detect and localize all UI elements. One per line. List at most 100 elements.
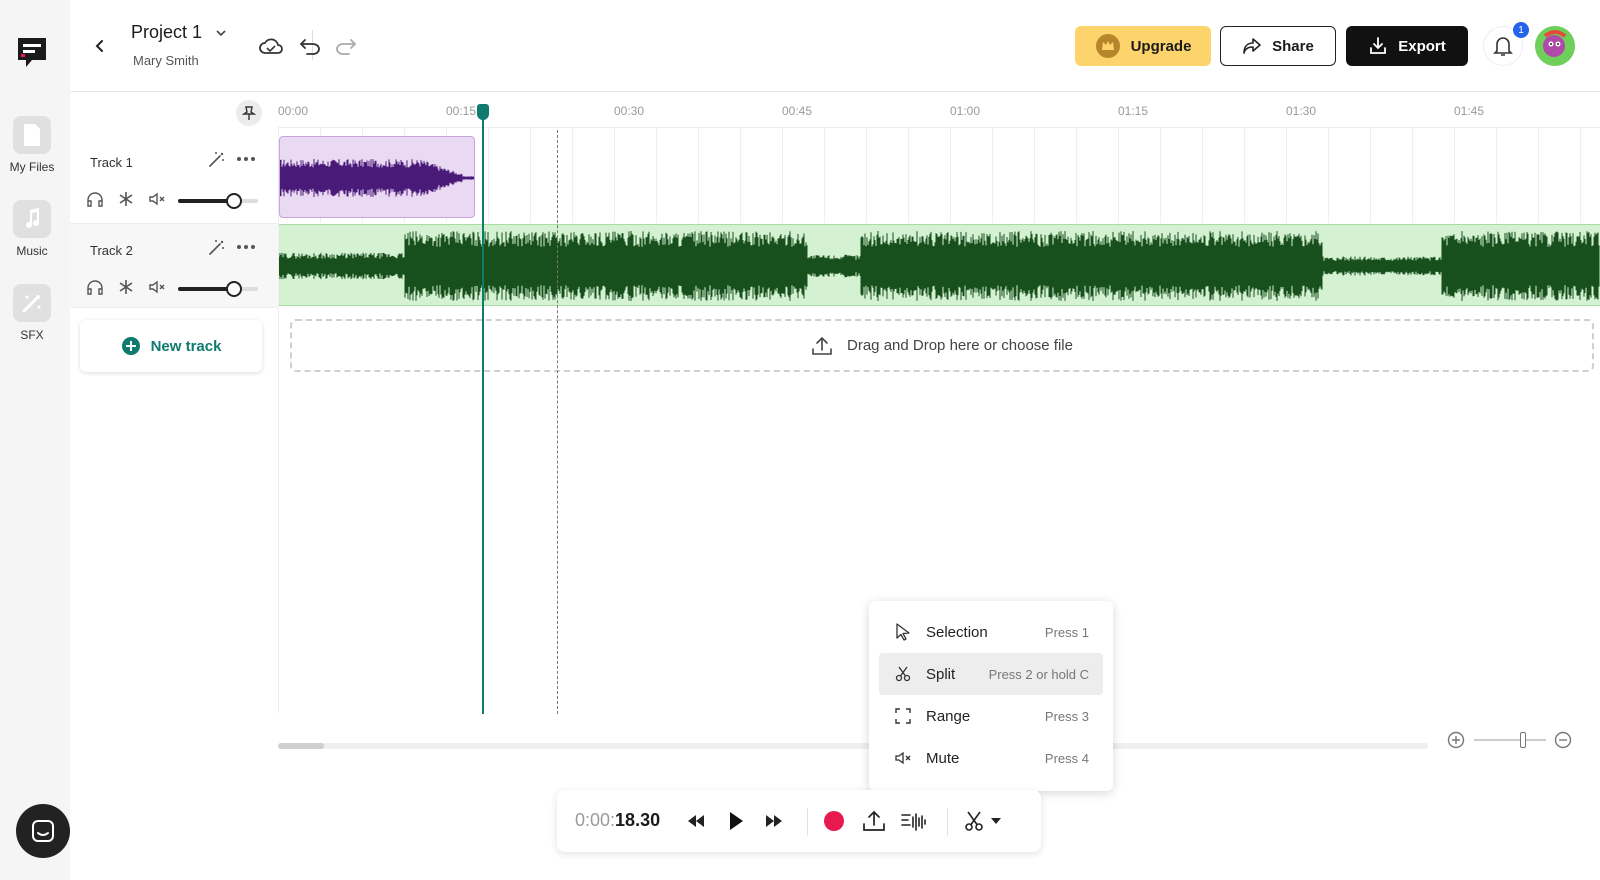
track-effects-button[interactable] [206, 236, 228, 258]
grid-line [824, 128, 825, 223]
grid-line [992, 128, 993, 223]
back-button[interactable] [88, 34, 112, 58]
record-button[interactable] [819, 806, 849, 836]
caret-down-icon [991, 818, 1001, 824]
crown-icon [1095, 34, 1120, 58]
left-rail: My Files Music SFX [0, 0, 70, 880]
play-button[interactable] [721, 806, 751, 836]
grid-line [1412, 128, 1413, 223]
tool-dropdown-button[interactable] [987, 806, 1005, 836]
fast-forward-button[interactable] [759, 806, 789, 836]
app-logo-icon[interactable] [12, 32, 52, 72]
freeze-button[interactable] [115, 276, 137, 298]
grid-line [1454, 128, 1455, 223]
sidebar-item-sfx[interactable]: SFX [0, 284, 64, 342]
sidebar-item-my-files[interactable]: My Files [0, 116, 64, 174]
tick-label: 00:00 [278, 104, 309, 118]
audio-clip-track-2[interactable] [279, 224, 1600, 306]
grid-line [782, 128, 783, 223]
mute-icon [893, 748, 913, 768]
mute-button[interactable] [146, 276, 168, 298]
tool-range[interactable]: Range Press 3 [879, 695, 1103, 737]
tool-menu: Selection Press 1 Split Press 2 or hold … [869, 601, 1113, 791]
upload-icon [863, 810, 885, 831]
tool-select-button[interactable] [959, 806, 989, 836]
grid-line [1244, 128, 1245, 223]
track-header-2: Track 2 [70, 224, 278, 308]
grid-line [740, 128, 741, 223]
chat-launcher-button[interactable] [16, 804, 70, 858]
zoom-out-button[interactable] [1554, 731, 1572, 754]
track-more-button[interactable] [234, 148, 258, 170]
transport-bar: 0:00:18.30 [557, 790, 1041, 852]
grid-line [1202, 128, 1203, 223]
rewind-icon [688, 815, 704, 827]
zoom-slider-knob[interactable] [1520, 732, 1526, 748]
zoom-slider[interactable] [1474, 739, 1546, 741]
tick-label: 00:15 [446, 104, 477, 118]
mute-button[interactable] [146, 188, 168, 210]
pin-icon [242, 106, 256, 120]
playhead[interactable] [482, 118, 484, 714]
cloud-save-button[interactable] [256, 32, 286, 60]
transport-divider [807, 808, 808, 836]
redo-button[interactable] [332, 32, 360, 60]
zoom-in-button[interactable] [1447, 731, 1465, 754]
new-track-button[interactable]: New track [80, 320, 262, 372]
undo-button[interactable] [296, 32, 324, 60]
sidebar-item-music[interactable]: Music [0, 200, 64, 258]
cloud-icon [259, 38, 283, 54]
project-title[interactable]: Project 1 [131, 22, 227, 43]
sidebar-item-label: My Files [9, 160, 55, 174]
audio-clip-track-1[interactable] [279, 136, 475, 218]
waveform-path [279, 231, 1600, 301]
speaker-mute-icon [149, 280, 165, 294]
grid-line [1034, 128, 1035, 223]
plus-circle-icon [121, 337, 140, 355]
chevron-down-icon[interactable] [215, 27, 227, 39]
track-more-button[interactable] [234, 236, 258, 258]
scissors-icon [893, 664, 913, 684]
chat-icon [32, 820, 54, 842]
timeline-scrollbar[interactable] [278, 743, 1428, 749]
range-icon [893, 706, 913, 726]
volume-slider-knob[interactable] [226, 281, 242, 297]
grid-line [656, 128, 657, 223]
grid-line [1496, 128, 1497, 223]
timeline-scrollbar-thumb[interactable] [278, 743, 324, 749]
undo-icon [299, 39, 320, 55]
tool-selection[interactable]: Selection Press 1 [879, 611, 1103, 653]
avatar[interactable] [1535, 26, 1575, 66]
minus-circle-outline-icon [1554, 731, 1572, 749]
tool-split[interactable]: Split Press 2 or hold C [879, 653, 1103, 695]
freeze-button[interactable] [115, 188, 137, 210]
track-name[interactable]: Track 2 [90, 243, 133, 258]
solo-button[interactable] [84, 188, 106, 210]
track-effects-button[interactable] [206, 148, 228, 170]
rewind-button[interactable] [681, 806, 711, 836]
grid-line [1538, 128, 1539, 223]
export-button[interactable]: Export [1346, 26, 1468, 66]
magic-wand-icon [209, 240, 224, 255]
share-button[interactable]: Share [1220, 26, 1336, 66]
playhead-handle[interactable] [477, 104, 489, 120]
import-button[interactable] [859, 806, 889, 836]
snap-toggle-button[interactable] [236, 100, 262, 126]
upgrade-button[interactable]: Upgrade [1075, 26, 1211, 66]
volume-slider-knob[interactable] [226, 193, 242, 209]
snowflake-icon [119, 192, 133, 206]
fast-forward-icon [766, 815, 782, 827]
grid-line [908, 128, 909, 223]
sidebar-item-label: SFX [20, 328, 44, 342]
solo-button[interactable] [84, 276, 106, 298]
grid-line [572, 128, 573, 223]
track-header-1: Track 1 [70, 128, 278, 224]
grid-line [698, 128, 699, 223]
tool-mute[interactable]: Mute Press 4 [879, 737, 1103, 779]
grid-line [950, 128, 951, 223]
download-icon [1370, 37, 1387, 54]
headphones-icon [87, 280, 103, 295]
mixer-button[interactable] [899, 806, 929, 836]
track-name[interactable]: Track 1 [90, 155, 133, 170]
file-dropzone[interactable]: Drag and Drop here or choose file [290, 319, 1594, 372]
